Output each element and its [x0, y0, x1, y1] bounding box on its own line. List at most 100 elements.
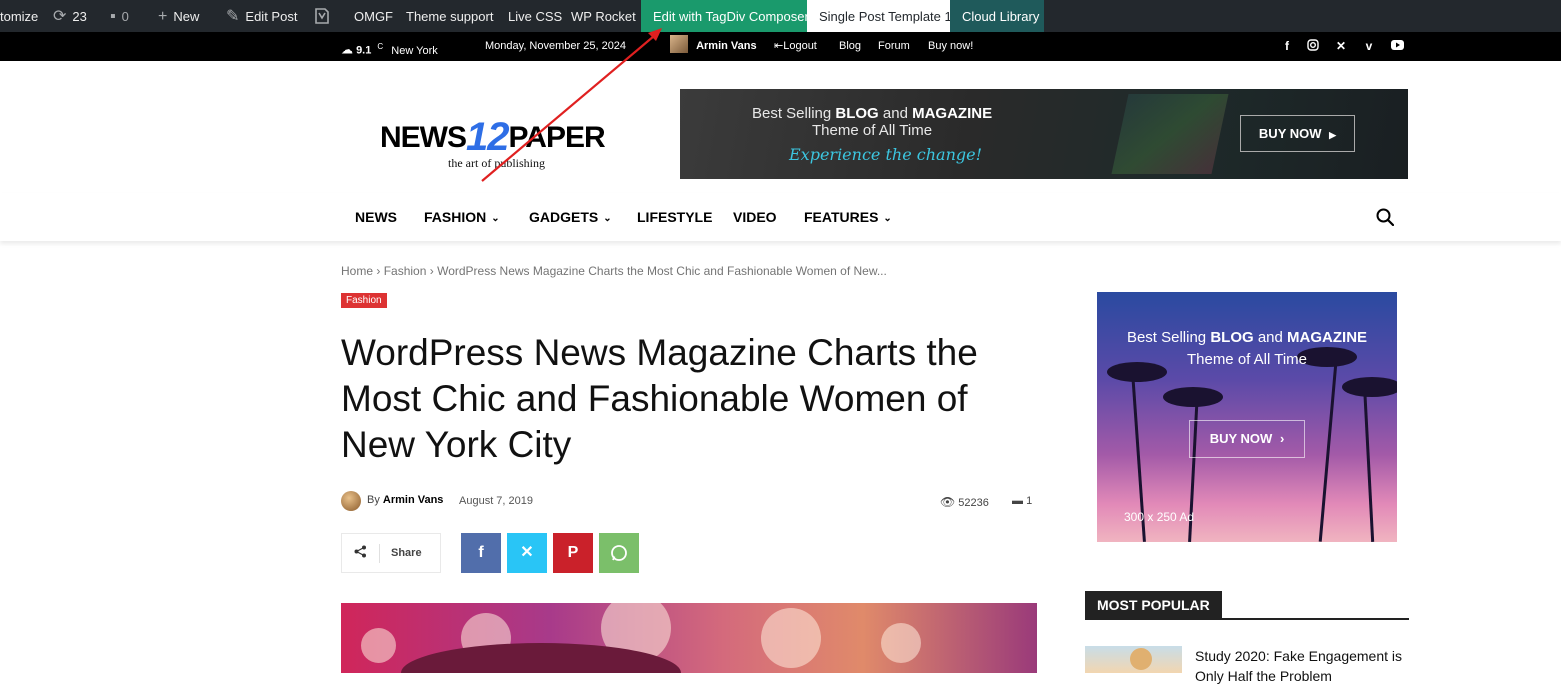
bokeh-light [881, 623, 921, 663]
post-title: WordPress News Magazine Charts the Most … [341, 332, 978, 465]
x-icon[interactable]: ✕ [1334, 39, 1348, 53]
pencil-icon: ✎ [226, 8, 240, 25]
palm-tree-decoration [1318, 352, 1339, 542]
admin-new-link[interactable]: + New [158, 0, 199, 32]
views-count: 52236 [958, 497, 989, 509]
comments-count: 1 [1026, 495, 1033, 507]
nav-item-fashion[interactable]: FASHION ⌄ [424, 193, 500, 244]
site-logo[interactable]: NEWS12PAPER the art of publishing [380, 112, 630, 172]
palm-frond-decoration [1163, 387, 1223, 407]
whatsapp-icon [611, 545, 627, 561]
sidebar-ad-line1: Best Selling BLOG and MAGAZINE [1097, 329, 1397, 346]
breadcrumb: Home › Fashion › WordPress News Magazine… [341, 264, 887, 278]
breadcrumb-separator: › [429, 264, 434, 278]
most-popular-heading: MOST POPULAR [1085, 591, 1222, 619]
admin-comments-link[interactable]: ▪ 0 [110, 0, 129, 32]
cloud-moon-icon: ☁ [341, 42, 353, 57]
sidebar-ad[interactable]: Best Selling BLOG and MAGAZINE Theme of … [1097, 292, 1397, 542]
admin-theme-support-link[interactable]: Theme support [406, 0, 493, 32]
instagram-icon[interactable] [1306, 39, 1320, 53]
admin-edit-post-label: Edit Post [245, 9, 298, 24]
sidebar-ad-line2: Theme of All Time [1186, 351, 1308, 368]
admin-updates-link[interactable]: ⟳ 23 [53, 0, 87, 32]
user-avatar [670, 35, 688, 53]
header-banner-ad[interactable]: Best Selling BLOG and MAGAZINE Theme of … [680, 89, 1408, 179]
bokeh-light [361, 628, 396, 663]
sidebar-ad-buy-button[interactable]: BUY NOW › [1189, 420, 1305, 458]
share-facebook-button[interactable]: f [461, 533, 501, 573]
yoast-icon[interactable] [314, 0, 330, 32]
logo-part-news: NEWS [380, 121, 467, 154]
palm-tree-decoration [1362, 382, 1375, 542]
post-byline: By Armin Vans [367, 494, 443, 506]
nav-item-news[interactable]: NEWS [355, 193, 397, 241]
topbar-link-forum[interactable]: Forum [878, 32, 910, 61]
palm-frond-decoration [1342, 377, 1397, 397]
top-bar: ☁ 9.1 C New York Monday, November 25, 20… [0, 32, 1561, 61]
edit-with-composer-button[interactable]: Edit with TagDiv Composer [641, 0, 809, 32]
most-popular-thumbnail[interactable] [1085, 646, 1182, 673]
category-badge[interactable]: Fashion [341, 293, 387, 308]
most-popular-item-title[interactable]: Study 2020: Fake Engagement is Only Half… [1195, 646, 1405, 686]
most-popular-underline [1085, 618, 1409, 620]
admin-edit-post-link[interactable]: ✎ Edit Post [226, 0, 297, 32]
header-ad-text: Best Selling [752, 105, 836, 122]
weather-widget: ☁ 9.1 C New York [341, 32, 438, 66]
wp-admin-bar: tomize ⟳ 23 ▪ 0 + New ✎ Edit Post OMGF Theme… [0, 0, 1561, 32]
chevron-right-icon: › [1279, 431, 1285, 446]
header-ad-line1: Best Selling BLOG and MAGAZINE [752, 105, 992, 122]
vimeo-icon[interactable]: v [1362, 39, 1376, 53]
chevron-down-icon: ⌄ [603, 213, 612, 224]
logout-link[interactable]: ⇤Logout [774, 32, 817, 61]
header-ad-buy-button[interactable]: BUY NOW ▶ [1240, 115, 1355, 152]
header-ad-line2: Theme of All Time [812, 122, 933, 139]
post-views: 👁 52236 [940, 495, 989, 509]
updates-icon: ⟳ [53, 8, 67, 25]
topbar-link-buy[interactable]: Buy now! [928, 32, 973, 61]
nav-item-features[interactable]: FEATURES ⌄ [804, 193, 892, 244]
share-whatsapp-button[interactable] [599, 533, 639, 573]
comments-count: 0 [121, 9, 129, 24]
user-info[interactable]: Armin Vans [670, 32, 757, 61]
main-navigation: NEWS FASHION ⌄ GADGETS ⌄ LIFESTYLE VIDEO F… [0, 193, 1561, 241]
nav-item-label: FEATURES [804, 209, 879, 225]
cloud-library-button[interactable]: Cloud Library [950, 0, 1044, 32]
plus-icon: + [158, 8, 168, 25]
search-icon[interactable] [1376, 208, 1394, 226]
admin-live-css-link[interactable]: Live CSS [508, 0, 562, 32]
sidebar-ad-buy-label: BUY NOW [1209, 431, 1273, 446]
nav-item-gadgets[interactable]: GADGETS ⌄ [529, 193, 612, 244]
bokeh-light [761, 608, 821, 668]
admin-omgf-link[interactable]: OMGF [354, 0, 393, 32]
author-avatar[interactable] [341, 491, 361, 511]
breadcrumb-separator: › [376, 264, 381, 278]
nav-item-video[interactable]: VIDEO [733, 193, 777, 241]
topbar-link-blog[interactable]: Blog [839, 32, 861, 61]
weather-city: New York [391, 44, 438, 57]
current-date: Monday, November 25, 2024 [485, 40, 627, 52]
author-link[interactable]: Armin Vans [383, 494, 444, 506]
chevron-down-icon: ⌄ [491, 213, 500, 224]
admin-customize-link[interactable]: tomize [0, 0, 38, 32]
pinterest-icon: P [567, 544, 579, 561]
share-icon [354, 545, 367, 561]
sidebar-ad-magazine: MAGAZINE [1287, 329, 1368, 346]
ad-screenshot-decoration [1111, 94, 1229, 174]
breadcrumb-category[interactable]: Fashion [384, 264, 427, 278]
single-post-template-button[interactable]: Single Post Template 1 [807, 0, 952, 32]
nav-item-lifestyle[interactable]: LIFESTYLE [637, 193, 712, 241]
sidebar-ad-blog: BLOG [1210, 329, 1254, 346]
post-comments[interactable]: ▬ 1 [1012, 495, 1032, 507]
admin-new-label: New [173, 9, 200, 24]
logo-part-number: 12 [466, 115, 509, 159]
facebook-icon[interactable]: f [1280, 39, 1294, 53]
youtube-icon[interactable] [1390, 39, 1404, 53]
share-x-button[interactable]: ✕ [507, 533, 547, 573]
chevron-down-icon: ⌄ [883, 213, 892, 224]
share-pinterest-button[interactable]: P [553, 533, 593, 573]
breadcrumb-home[interactable]: Home [341, 264, 373, 278]
comment-bubble-icon: ▪ [110, 8, 116, 25]
logo-part-paper: PAPER [508, 121, 606, 154]
admin-wp-rocket-link[interactable]: WP Rocket [571, 0, 636, 32]
breadcrumb-current: WordPress News Magazine Charts the Most … [437, 264, 887, 278]
